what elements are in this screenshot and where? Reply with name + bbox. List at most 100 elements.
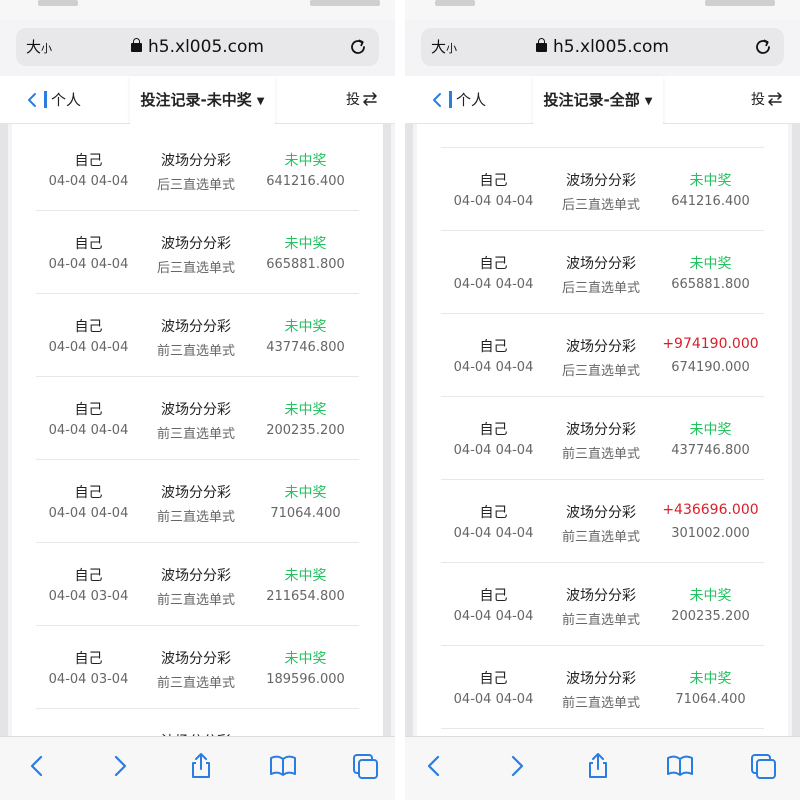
bet-date: 04-04 04-04 [453, 360, 534, 375]
bet-switch-button[interactable]: 投 [751, 76, 784, 124]
back-button[interactable]: 个人 [449, 76, 486, 124]
bettor-column [441, 124, 546, 148]
win-status: 未中奖 [284, 651, 327, 667]
lottery-name: 波场分分彩 [566, 422, 636, 438]
bet-record-row[interactable]: 波场分分彩 [36, 709, 359, 736]
game-column: 波场分分彩 后三直选单式 [546, 314, 656, 397]
lottery-name: 波场分分彩 [566, 173, 636, 189]
bettor-column [36, 709, 141, 736]
tabs-icon[interactable] [748, 751, 778, 781]
page-title-dropdown[interactable]: 投注记录-全部 ▼ [533, 76, 663, 130]
bettor-column: 自己 04-04 04-04 [36, 460, 141, 543]
share-icon[interactable] [186, 751, 216, 781]
url-text: h5.xl005.com [148, 37, 264, 57]
bettor-column: 自己 04-04 04-04 [441, 397, 546, 480]
bettor-name: 自己 [74, 485, 103, 501]
bet-switch-label: 投 [751, 92, 765, 108]
bet-record-row[interactable]: 自己 04-04 03-04 波场分分彩 前三直选单式 未中奖 189596.000 [36, 626, 359, 709]
bookmarks-icon[interactable] [268, 751, 298, 781]
bet-amount: 641216.400 [266, 174, 345, 189]
browser-forward-icon[interactable] [502, 751, 532, 781]
tabs-icon[interactable] [350, 751, 380, 781]
bettor-name: 自己 [479, 588, 508, 604]
lottery-name: 波场分分彩 [566, 505, 636, 521]
status-bar-indicators [705, 0, 775, 6]
chevron-left-icon[interactable] [429, 91, 445, 109]
game-column: 波场分分彩 后三直选单式 [546, 148, 656, 231]
win-status: 未中奖 [284, 568, 327, 584]
back-button[interactable]: 个人 [44, 76, 81, 124]
bettor-column: 自己 04-04 04-04 [36, 294, 141, 377]
bet-amount: 437746.800 [671, 443, 750, 458]
address-bar[interactable]: 大小 h5.xl005.com [16, 28, 379, 66]
bet-record-row[interactable]: 自己 04-04 04-04 波场分分彩 前三直选单式 未中奖 200235.200 [36, 377, 359, 460]
win-status: 未中奖 [689, 256, 732, 272]
bet-date: 04-04 03-04 [48, 672, 129, 687]
bet-record-row[interactable]: 自己 04-04 04-04 波场分分彩 前三直选单式 未中奖 200235.200 [441, 563, 764, 646]
bettor-column: 自己 04-04 04-04 [36, 211, 141, 294]
bet-amount: 71064.400 [675, 692, 746, 707]
bettor-column: 自己 04-04 04-04 [441, 646, 546, 729]
chevron-left-icon[interactable] [24, 91, 40, 109]
url-display[interactable]: h5.xl005.com [16, 28, 379, 66]
game-column: 波场分分彩 前三直选单式 [546, 480, 656, 563]
bet-record-row[interactable]: 自己 04-04 04-04 波场分分彩 前三直选单式 未中奖 71064.400 [441, 646, 764, 729]
browser-back-icon[interactable] [419, 751, 449, 781]
list-edge-right [792, 124, 800, 736]
bet-amount: 674190.000 [671, 360, 750, 375]
bet-record-row[interactable]: 自己 04-04 03-04 波场分分彩 前三直选单式 未中奖 211654.800 [36, 543, 359, 626]
win-status: 未中奖 [284, 236, 327, 252]
bet-record-row[interactable]: 自己 04-04 04-04 波场分分彩 前三直选单式 未中奖 437746.800 [441, 397, 764, 480]
page-title-dropdown[interactable]: 投注记录-未中奖 ▼ [130, 76, 275, 130]
bookmarks-icon[interactable] [665, 751, 695, 781]
game-column: 波场分分彩 后三直选单式 [546, 231, 656, 314]
result-column: +974190.000 674190.000 [653, 314, 768, 397]
game-column: 波场分分彩 前三直选单式 [141, 543, 251, 626]
bet-record-row[interactable]: 自己 04-04 04-04 波场分分彩 后三直选单式 未中奖 665881.800 [36, 211, 359, 294]
bet-amount: 189596.000 [266, 672, 345, 687]
url-display[interactable]: h5.xl005.com [421, 28, 784, 66]
share-icon[interactable] [583, 751, 613, 781]
bettor-name: 自己 [479, 173, 508, 189]
bet-switch-button[interactable]: 投 [346, 76, 379, 124]
bettor-name: 自己 [74, 236, 103, 252]
browser-forward-icon[interactable] [105, 751, 135, 781]
bet-record-row[interactable]: 自己 04-04 04-04 波场分分彩 后三直选单式 未中奖 641216.400 [441, 148, 764, 231]
url-text: h5.xl005.com [553, 37, 669, 57]
reload-icon[interactable] [752, 36, 774, 58]
bet-date: 04-04 04-04 [48, 423, 129, 438]
address-bar[interactable]: 大小 h5.xl005.com [421, 28, 784, 66]
play-type: 后三直选单式 [561, 281, 640, 296]
reload-icon[interactable] [347, 36, 369, 58]
list-edge-right [383, 124, 391, 736]
status-bar-indicators [310, 0, 380, 6]
bet-date: 04-04 04-04 [48, 257, 129, 272]
bet-record-row[interactable]: 自己 04-04 04-04 波场分分彩 前三直选单式 +436696.000 30100… [441, 480, 764, 563]
result-column: 未中奖 437746.800 [248, 294, 363, 377]
bet-record-row[interactable] [441, 124, 764, 148]
win-status: 未中奖 [689, 173, 732, 189]
win-status: 未中奖 [284, 402, 327, 418]
bet-record-row[interactable]: 自己 04-04 04-04 波场分分彩 后三直选单式 +974190.000 67419… [441, 314, 764, 397]
bet-record-card: 自己 04-04 04-04 波场分分彩 后三直选单式 未中奖 641216.400 自己 0… [417, 124, 788, 736]
lottery-name: 波场分分彩 [161, 485, 231, 501]
phone-screen-right: 大小 h5.xl005.com 个人 投注记录-全部 ▼ 投 自己 04-04 04… [405, 0, 800, 800]
result-column: 未中奖 641216.400 [653, 148, 768, 231]
browser-back-icon[interactable] [22, 751, 52, 781]
bet-record-row[interactable]: 自己 04-04 04-04 波场分分彩 后三直选单式 未中奖 641216.400 [36, 128, 359, 211]
bet-record-row[interactable]: 自己 04-04 04-04 波场分分彩 后三直选单式 未中奖 665881.800 [441, 231, 764, 314]
bet-record-list[interactable]: 自己 04-04 04-04 波场分分彩 后三直选单式 未中奖 641216.400 自己 0… [0, 124, 395, 736]
bettor-column: 自己 04-04 04-04 [441, 480, 546, 563]
back-bar-icon [44, 91, 47, 108]
result-column: 未中奖 71064.400 [653, 646, 768, 729]
bet-record-row[interactable]: 自己 04-04 04-04 波场分分彩 前三直选单式 未中奖 437746.800 [36, 294, 359, 377]
back-label: 个人 [456, 91, 487, 109]
result-column: 未中奖 200235.200 [653, 563, 768, 646]
lock-icon [131, 38, 143, 52]
game-column: 波场分分彩 [141, 709, 251, 736]
back-bar-icon [449, 91, 452, 108]
play-type: 后三直选单式 [156, 178, 235, 193]
bet-record-list[interactable]: 自己 04-04 04-04 波场分分彩 后三直选单式 未中奖 641216.400 自己 0… [405, 124, 800, 736]
bet-record-row[interactable]: 自己 04-04 04-04 波场分分彩 前三直选单式 未中奖 71064.400 [36, 460, 359, 543]
bet-amount: 211654.800 [266, 589, 345, 604]
